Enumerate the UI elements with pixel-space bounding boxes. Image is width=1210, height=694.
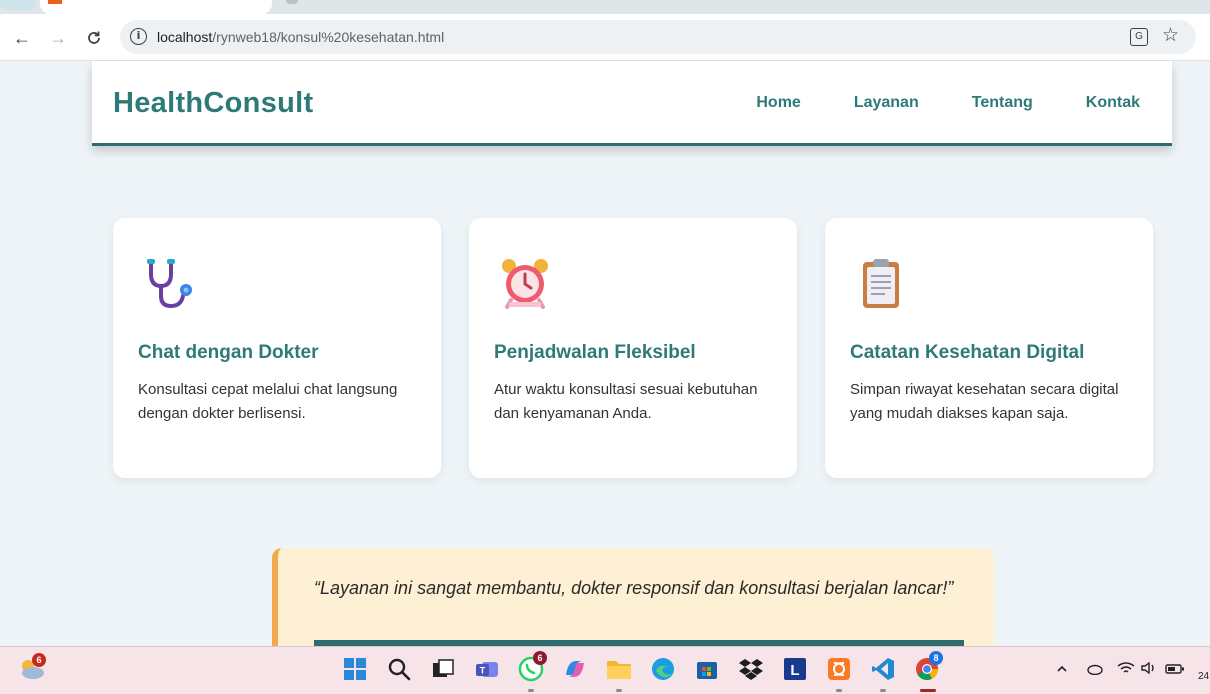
dropbox-app[interactable] <box>737 655 765 683</box>
forward-button[interactable]: → <box>46 26 70 50</box>
feature-card-schedule: Penjadwalan Fleksibel Atur waktu konsult… <box>469 218 797 478</box>
tab-favicon-icon <box>48 0 62 4</box>
bookmark-star-icon[interactable]: ☆ <box>1162 24 1179 47</box>
feature-card-records: Catatan Kesehatan Digital Simpan riwayat… <box>825 218 1153 478</box>
reload-icon <box>88 31 100 44</box>
wifi-icon[interactable] <box>1117 661 1135 678</box>
battery-icon[interactable] <box>1165 662 1185 678</box>
clipboard-icon <box>863 259 899 308</box>
teams-app[interactable]: T <box>473 655 501 683</box>
feature-title: Chat dengan Dokter <box>138 342 319 363</box>
url-text[interactable]: localhost/rynweb18/konsul%20kesehatan.ht… <box>157 29 444 45</box>
copilot-app[interactable] <box>561 655 589 683</box>
svg-text:T: T <box>480 666 486 676</box>
feature-card-chat: Chat dengan Dokter Konsultasi cepat mela… <box>113 218 441 478</box>
chrome-badge: 8 <box>929 651 943 665</box>
vscode-app[interactable] <box>869 655 897 683</box>
search-icon <box>388 658 411 681</box>
chevron-up-icon[interactable] <box>1056 662 1068 678</box>
site-logo[interactable]: HealthConsult <box>113 87 313 120</box>
feature-title: Catatan Kesehatan Digital <box>850 342 1085 363</box>
site-info-icon[interactable]: i <box>130 28 147 45</box>
whatsapp-badge: 6 <box>533 651 547 665</box>
nav-link-layanan[interactable]: Layanan <box>854 94 919 112</box>
store-icon <box>697 662 717 679</box>
nav-link-home[interactable]: Home <box>756 94 800 112</box>
start-button[interactable] <box>341 655 369 683</box>
feature-description: Atur waktu konsultasi sesuai kebutuhan d… <box>494 381 758 422</box>
translate-icon[interactable]: G <box>1130 28 1148 46</box>
feature-title: Penjadwalan Fleksibel <box>494 342 696 363</box>
folder-icon <box>607 661 631 679</box>
browser-tabstrip <box>0 0 1210 14</box>
onedrive-icon[interactable] <box>1085 662 1103 678</box>
reload-button[interactable] <box>82 26 106 50</box>
address-bar[interactable]: i localhost/rynweb18/konsul%20kesehatan.… <box>120 20 1196 54</box>
edge-app[interactable] <box>649 655 677 683</box>
dropbox-icon <box>739 659 763 680</box>
file-explorer-app[interactable] <box>605 655 633 683</box>
main-nav: Home Layanan Tentang Kontak <box>756 94 1140 112</box>
site-header: HealthConsult Home Layanan Tentang Konta… <box>92 61 1172 146</box>
back-button[interactable]: ← <box>10 26 34 50</box>
windows-taskbar: 6 T 6 L 8 24 <box>0 646 1210 694</box>
l-app-icon: L <box>784 658 806 680</box>
browser-toolbar: ← → i localhost/rynweb18/konsul%20keseha… <box>0 14 1210 61</box>
running-indicator <box>528 689 534 692</box>
browser-tab-active[interactable] <box>40 0 272 14</box>
edge-icon <box>652 658 674 680</box>
xampp-app[interactable] <box>825 655 853 683</box>
task-view-icon <box>433 659 454 677</box>
chrome-app[interactable]: 8 <box>913 651 943 683</box>
feature-description: Konsultasi cepat melalui chat langsung d… <box>138 381 398 422</box>
tab-group-indicator[interactable] <box>0 0 36 10</box>
running-indicator <box>616 689 622 692</box>
tab-favicon-icon <box>286 0 298 4</box>
whatsapp-app[interactable]: 6 <box>517 651 547 683</box>
feature-description: Simpan riwayat kesehatan secara digital … <box>850 381 1119 422</box>
url-path: /rynweb18/konsul%20kesehatan.html <box>212 29 445 45</box>
store-app[interactable] <box>693 655 721 683</box>
clock-text[interactable]: 24 <box>1198 671 1209 682</box>
vscode-icon <box>872 658 894 680</box>
task-view-button[interactable] <box>429 655 457 683</box>
nav-link-kontak[interactable]: Kontak <box>1086 94 1140 112</box>
running-indicator <box>880 689 886 692</box>
running-indicator <box>836 689 842 692</box>
weather-widget[interactable]: 6 <box>18 653 46 683</box>
testimonial-quote: “Layanan ini sangat membantu, dokter res… <box>314 578 954 598</box>
copilot-icon <box>566 661 584 677</box>
windows-logo-icon <box>344 658 366 680</box>
testimonial-card: “Layanan ini sangat membantu, dokter res… <box>272 548 994 658</box>
search-button[interactable] <box>385 655 413 683</box>
weather-badge: 6 <box>32 653 46 667</box>
xampp-icon <box>828 658 850 680</box>
stethoscope-icon <box>147 259 192 309</box>
nav-link-tentang[interactable]: Tentang <box>972 94 1033 112</box>
alarm-clock-icon <box>502 259 548 309</box>
svg-text:L: L <box>790 662 799 679</box>
volume-icon[interactable] <box>1141 661 1157 678</box>
active-indicator <box>920 689 936 692</box>
url-host: localhost <box>157 29 213 45</box>
teams-icon: T <box>476 662 498 677</box>
browser-tab-inactive[interactable] <box>280 0 540 14</box>
l-app[interactable]: L <box>781 655 809 683</box>
